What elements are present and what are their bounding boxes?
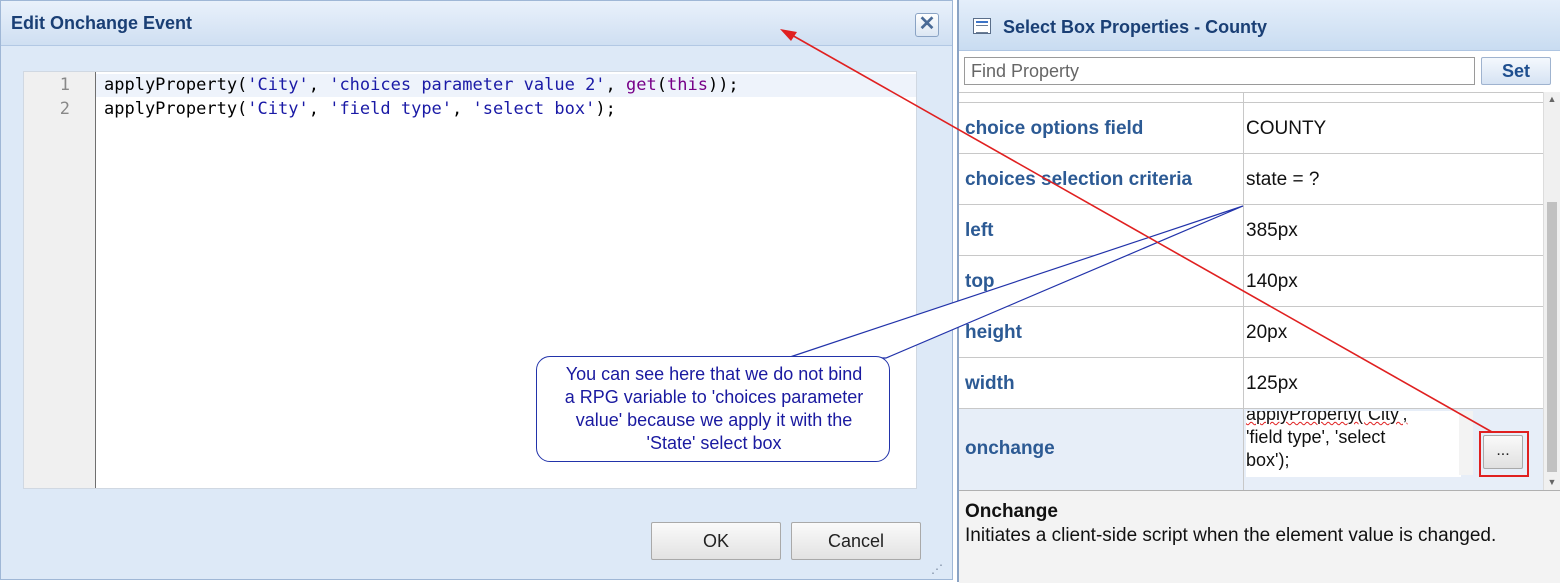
annotation-overlay	[780, 29, 1493, 433]
callout-line: You can see here that we do not bind	[565, 364, 863, 384]
arrow-head-icon	[780, 29, 797, 41]
callout-text: You can see here that we do not bind a R…	[547, 363, 881, 455]
callout-line: a RPG variable to 'choices parameter	[564, 387, 864, 407]
callout-note: You can see here that we do not bind a R…	[536, 356, 890, 462]
callout-pointer	[789, 205, 1244, 359]
annotation-arrow	[789, 33, 1493, 433]
callout-line: 'State' select box	[646, 433, 782, 453]
callout-line: value' because we apply it with the	[575, 410, 853, 430]
